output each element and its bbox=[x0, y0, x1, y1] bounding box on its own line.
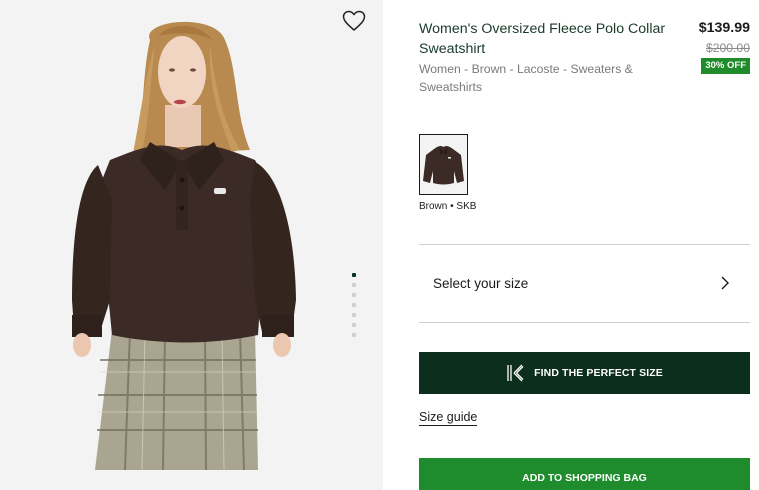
gallery-dot[interactable] bbox=[352, 283, 356, 287]
add-to-bag-label: ADD TO SHOPPING BAG bbox=[522, 472, 647, 484]
size-selector-label: Select your size bbox=[433, 276, 529, 291]
divider bbox=[419, 322, 750, 323]
heart-outline-icon[interactable] bbox=[342, 10, 366, 32]
product-breadcrumb: Women - Brown - Lacoste - Sweaters & Swe… bbox=[419, 62, 633, 94]
size-guide-link[interactable]: Size guide bbox=[419, 410, 478, 426]
chevron-right-icon bbox=[720, 275, 730, 291]
gallery-dot[interactable] bbox=[352, 333, 356, 337]
gallery-pagination bbox=[351, 273, 357, 337]
original-price: $200.00 bbox=[705, 41, 750, 55]
gallery-dot[interactable] bbox=[352, 303, 356, 307]
gallery-dot[interactable] bbox=[352, 323, 356, 327]
gallery-dot[interactable] bbox=[352, 273, 356, 277]
find-perfect-size-label: FIND THE PERFECT SIZE bbox=[534, 367, 663, 379]
add-to-bag-button[interactable]: ADD TO SHOPPING BAG bbox=[419, 458, 750, 490]
product-photo bbox=[72, 21, 296, 471]
color-label: Brown • SKB bbox=[419, 201, 477, 212]
current-price: $139.99 bbox=[698, 20, 750, 36]
size-selector[interactable]: Select your size bbox=[419, 245, 750, 322]
product-title: Women's Oversized Fleece Polo Collar Swe… bbox=[419, 21, 666, 57]
k-logo-icon bbox=[506, 364, 524, 382]
discount-badge: 30% OFF bbox=[701, 58, 750, 74]
gallery-dot[interactable] bbox=[352, 313, 356, 317]
product-image-gallery[interactable] bbox=[0, 0, 383, 490]
gallery-dot[interactable] bbox=[352, 293, 356, 297]
find-perfect-size-button[interactable]: FIND THE PERFECT SIZE bbox=[419, 352, 750, 394]
brown-sweatshirt-thumbnail bbox=[423, 145, 464, 185]
color-swatch-brown[interactable] bbox=[419, 134, 468, 195]
